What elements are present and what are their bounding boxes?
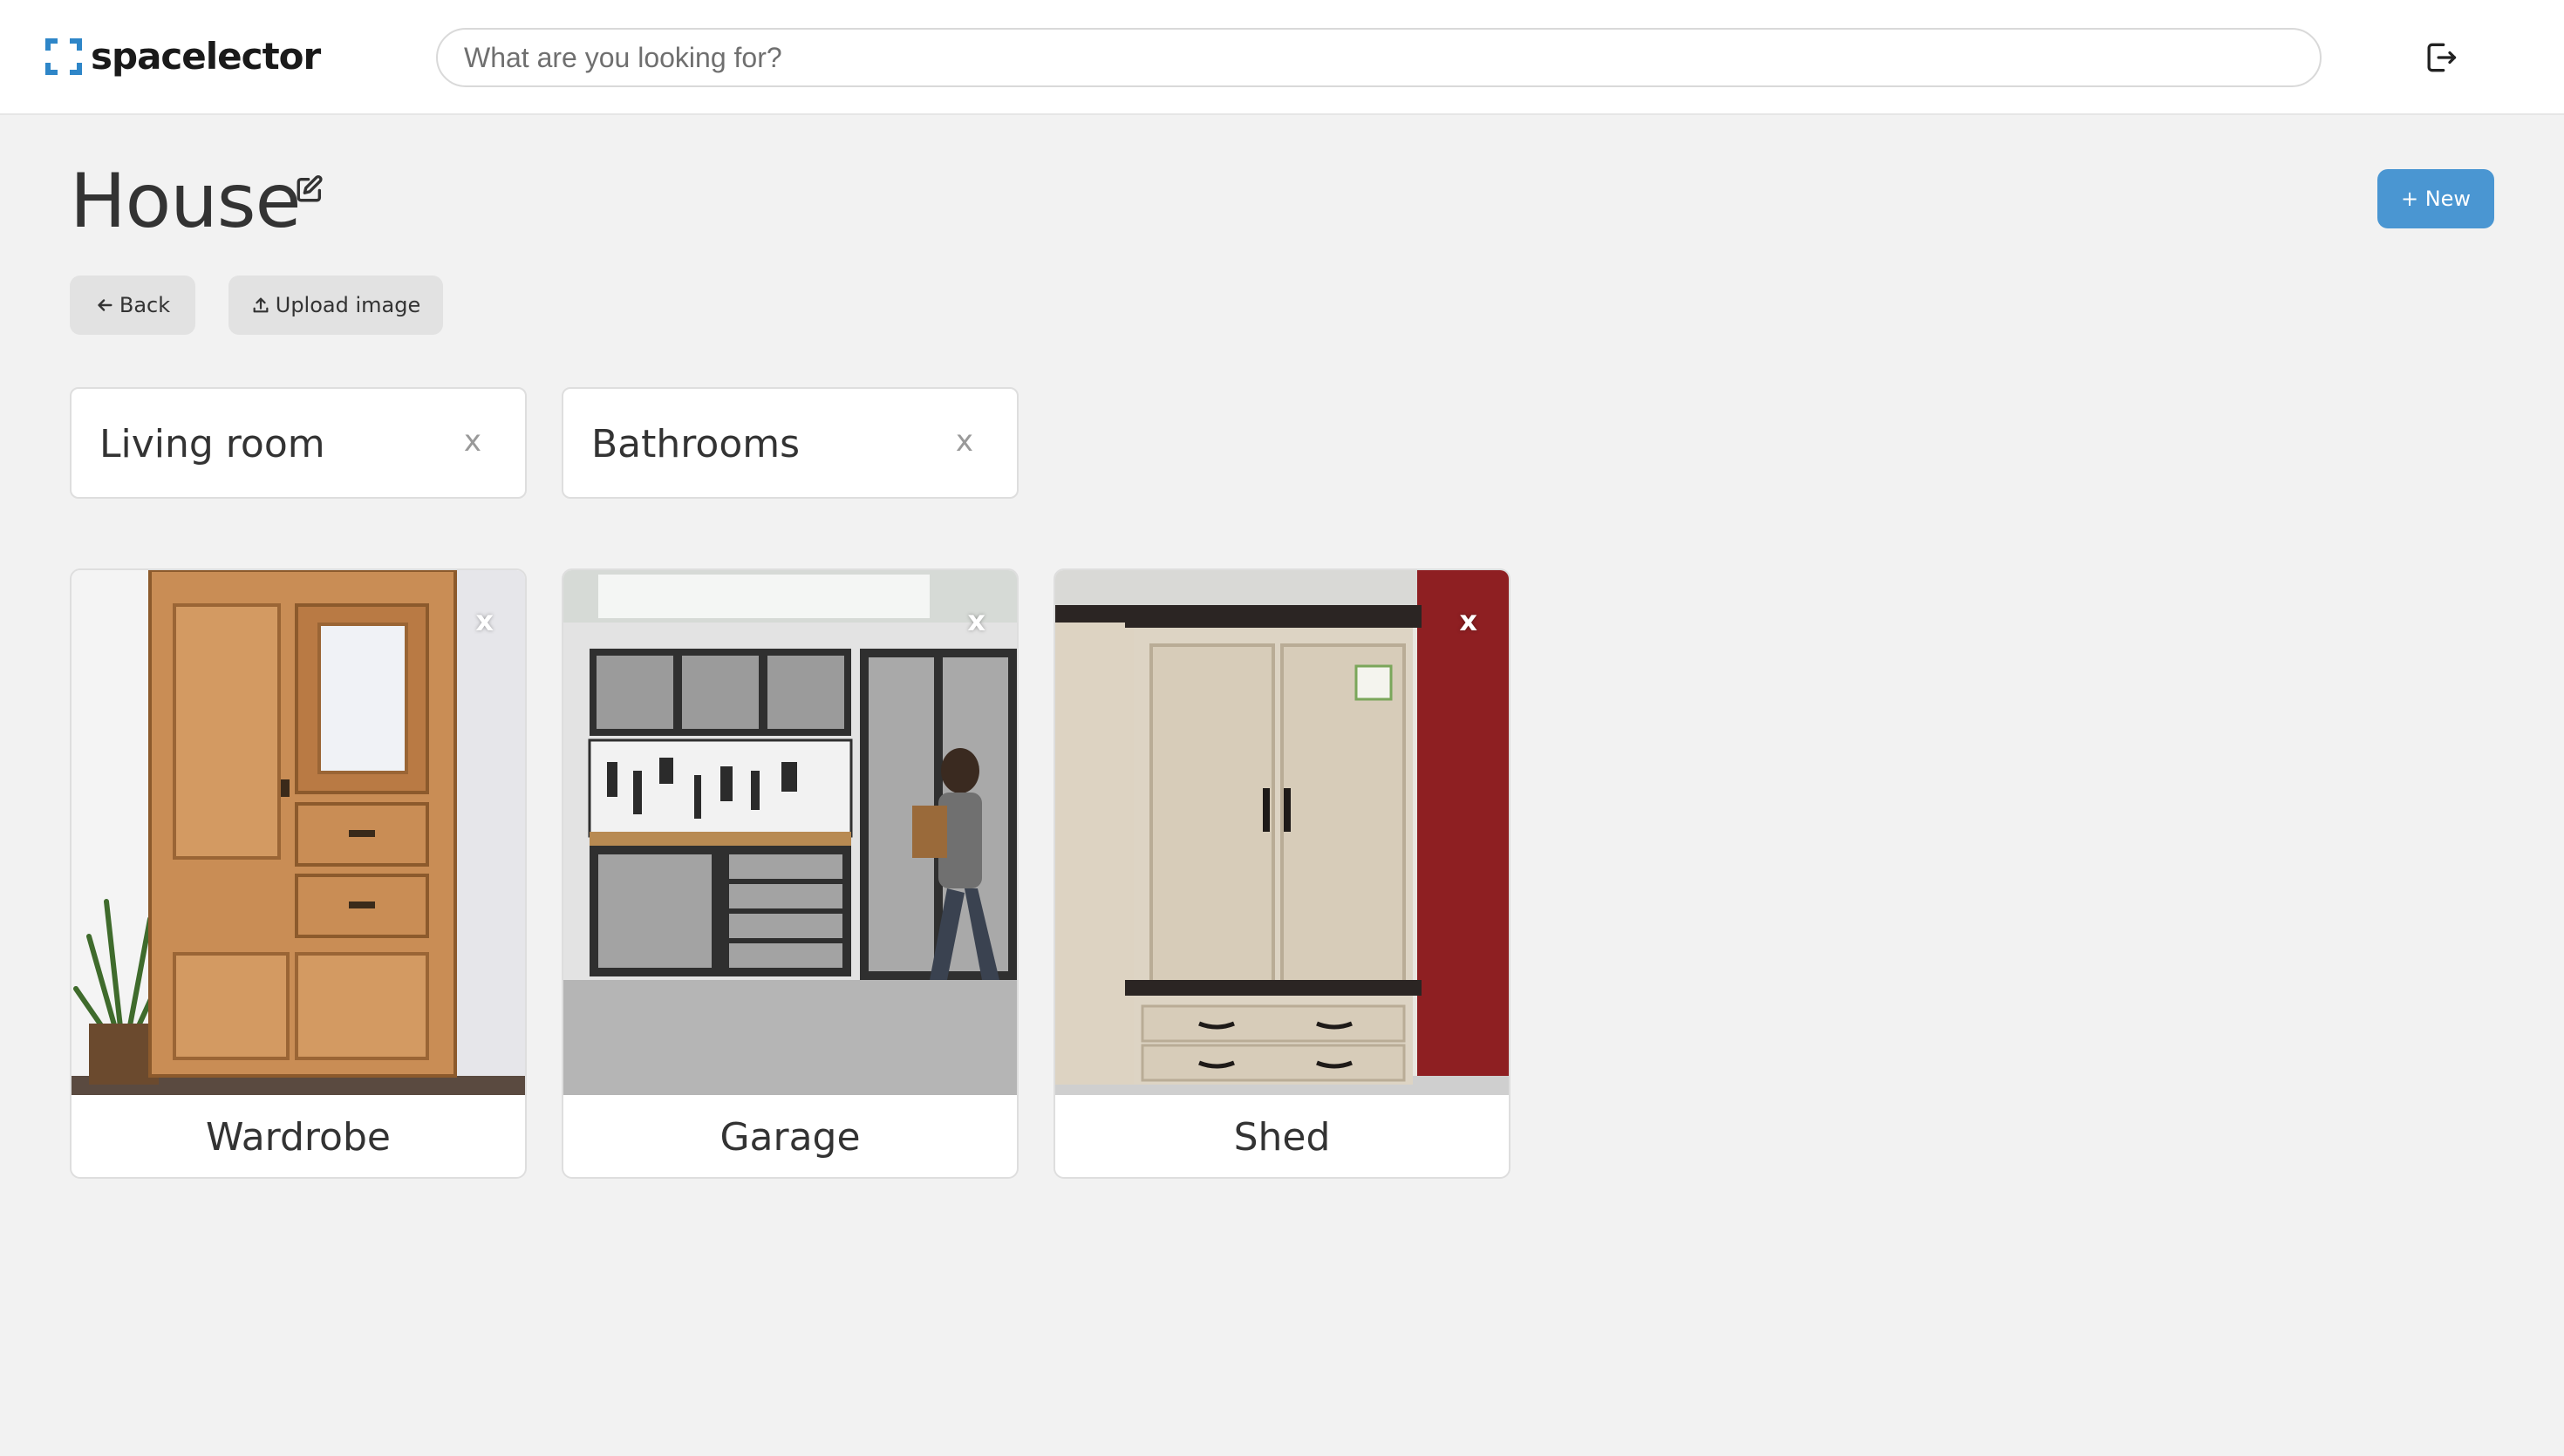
- new-button[interactable]: + New: [2377, 169, 2494, 228]
- upload-image-button[interactable]: Upload image: [228, 276, 443, 335]
- edit-icon[interactable]: [295, 174, 324, 204]
- upload-label: Upload image: [275, 293, 421, 317]
- top-bar: spacelector: [0, 0, 2564, 115]
- folder-name: Bathrooms: [591, 422, 801, 466]
- remove-card-button[interactable]: x: [475, 603, 494, 638]
- upload-icon: [253, 297, 269, 313]
- logout-icon[interactable]: [2421, 38, 2459, 77]
- search-input[interactable]: [436, 28, 2322, 87]
- garage-photo: [563, 570, 1017, 1095]
- arrow-left-icon: [98, 299, 113, 311]
- remove-card-button[interactable]: x: [967, 603, 985, 638]
- remove-folder-button[interactable]: x: [464, 422, 481, 460]
- page-title: House: [70, 158, 302, 245]
- card-title: Wardrobe: [206, 1114, 391, 1160]
- remove-card-button[interactable]: x: [1459, 603, 1477, 638]
- wardrobe-photo: [72, 570, 525, 1095]
- brand-name: spacelector: [91, 35, 321, 78]
- folder-name: Living room: [99, 422, 325, 466]
- back-button[interactable]: Back: [70, 276, 195, 335]
- folder-living-room[interactable]: Living room x: [70, 387, 527, 499]
- logo-frame-icon: [45, 38, 82, 75]
- item-card-shed[interactable]: x Shed: [1054, 568, 1510, 1179]
- shed-photo: [1055, 570, 1509, 1095]
- remove-folder-button[interactable]: x: [956, 422, 973, 460]
- item-card-garage[interactable]: x Garage: [562, 568, 1019, 1179]
- brand-logo[interactable]: spacelector: [45, 35, 321, 78]
- item-card-wardrobe[interactable]: x Wardrobe: [70, 568, 527, 1179]
- folder-bathrooms[interactable]: Bathrooms x: [562, 387, 1019, 499]
- back-label: Back: [119, 293, 171, 317]
- card-title: Garage: [719, 1114, 861, 1160]
- card-title: Shed: [1233, 1114, 1331, 1160]
